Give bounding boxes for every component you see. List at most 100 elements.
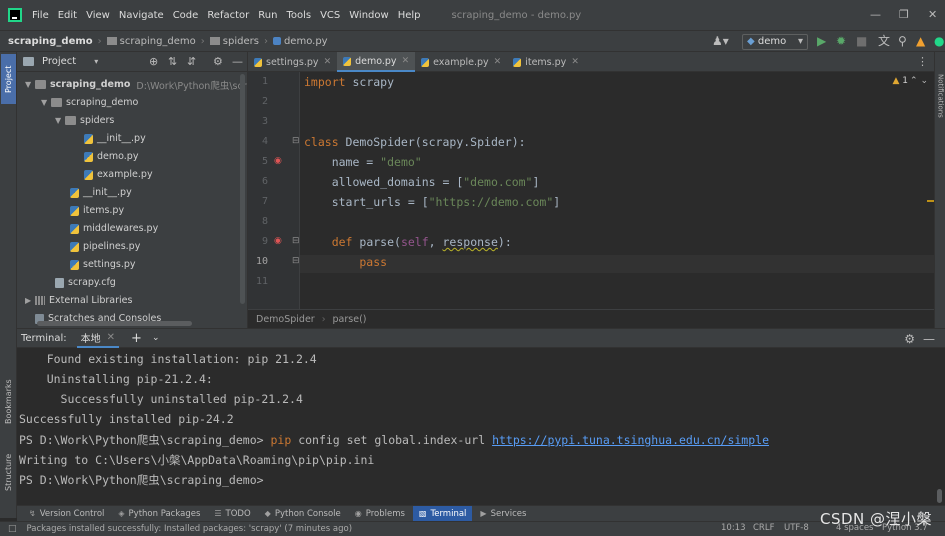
chevron-down-icon[interactable]: ⌄ bbox=[152, 333, 160, 343]
nav-crumb-spiders[interactable]: spiders bbox=[209, 36, 259, 47]
tool-terminal[interactable]: ▧ Terminal bbox=[412, 505, 473, 522]
menu-vcs[interactable]: VCS bbox=[320, 10, 340, 21]
gear-icon[interactable]: ⚙ bbox=[904, 332, 915, 346]
tree-item-external-libraries[interactable]: ▶ External Libraries bbox=[25, 292, 132, 309]
close-tab-icon[interactable]: ✕ bbox=[494, 57, 502, 67]
close-tab-icon[interactable]: ✕ bbox=[571, 57, 579, 67]
locate-icon[interactable]: ⊕ bbox=[149, 56, 158, 68]
expand-all-icon[interactable]: ⇅ bbox=[168, 56, 177, 68]
project-panel-title[interactable]: Project bbox=[42, 56, 76, 67]
tree-item-file[interactable]: __init__.py bbox=[84, 130, 146, 147]
tree-item-file[interactable]: pipelines.py bbox=[70, 238, 140, 255]
minimize-icon[interactable]: — bbox=[870, 8, 881, 21]
navigate-problems-icon[interactable]: ⌃ ⌄ bbox=[910, 76, 928, 86]
project-panel: Project ▾ ⊕ ⇅ ⇵ ⚙ — ▼ scraping_demo D:\W… bbox=[17, 52, 248, 328]
terminal-output[interactable]: Found existing installation: pip 21.2.4 … bbox=[17, 348, 934, 505]
update-icon[interactable]: ▲ bbox=[916, 35, 925, 48]
tree-item-project-root[interactable]: ▼ scraping_demo D:\Work\Python爬虫\scrapi bbox=[25, 76, 247, 93]
fold-icon[interactable]: ⊟ bbox=[292, 136, 300, 146]
override-icon[interactable]: ◉ bbox=[274, 236, 282, 246]
tree-item-file[interactable]: scrapy.cfg bbox=[55, 274, 116, 291]
tool-todo[interactable]: ☰ TODO bbox=[208, 506, 256, 522]
menu-run[interactable]: Run bbox=[258, 10, 277, 21]
tree-item-label: settings.py bbox=[83, 259, 136, 270]
menu-view[interactable]: View bbox=[86, 10, 110, 21]
more-tabs-icon[interactable]: ⋮ bbox=[917, 55, 928, 68]
terminal-scrollbar[interactable] bbox=[934, 348, 945, 505]
menu-edit[interactable]: Edit bbox=[58, 10, 77, 21]
nav-crumb-file[interactable]: demo.py bbox=[272, 36, 328, 47]
tree-item-file[interactable]: middlewares.py bbox=[70, 220, 158, 237]
caret-position[interactable]: 10:13 bbox=[721, 523, 746, 533]
vertical-scrollbar[interactable] bbox=[240, 74, 245, 304]
line-number: 9 bbox=[261, 236, 268, 247]
chevron-down-icon[interactable]: ▾ bbox=[94, 57, 98, 66]
tree-item-file[interactable]: settings.py bbox=[70, 256, 136, 273]
structure-tool-tab[interactable]: Structure bbox=[1, 442, 16, 502]
tree-item-file[interactable]: demo.py bbox=[84, 148, 138, 165]
menu-refactor[interactable]: Refactor bbox=[207, 10, 249, 21]
menu-window[interactable]: Window bbox=[349, 10, 388, 21]
python-file-icon bbox=[254, 57, 262, 67]
terminal-link[interactable]: https://pypi.tuna.tsinghua.edu.cn/simple bbox=[492, 433, 769, 447]
status-message[interactable]: Packages installed successfully: Install… bbox=[27, 524, 353, 534]
terminal-scrollbar-thumb[interactable] bbox=[937, 489, 942, 503]
debug-icon[interactable]: ✹ bbox=[836, 35, 846, 48]
search-icon[interactable]: ⚲ bbox=[898, 35, 907, 48]
translate-icon[interactable]: 文 bbox=[878, 35, 890, 48]
editor-tab-settings[interactable]: settings.py ✕ bbox=[248, 52, 337, 72]
tree-item-file[interactable]: example.py bbox=[84, 166, 153, 183]
project-tool-tab[interactable]: Project bbox=[1, 54, 16, 104]
hide-icon[interactable]: — bbox=[923, 332, 935, 346]
editor-tab-example[interactable]: example.py ✕ bbox=[415, 52, 507, 72]
fold-end-icon[interactable]: ⊟ bbox=[292, 256, 300, 266]
tool-label: Problems bbox=[365, 508, 405, 519]
override-icon[interactable]: ◉ bbox=[274, 156, 282, 166]
tree-item-spiders[interactable]: ▼ spiders bbox=[55, 112, 114, 129]
stop-icon[interactable]: ■ bbox=[856, 35, 867, 48]
layout-icon[interactable]: □ bbox=[8, 524, 17, 534]
new-terminal-icon[interactable]: + bbox=[131, 331, 142, 346]
nav-crumb-project[interactable]: scraping_demo bbox=[8, 36, 93, 47]
menu-code[interactable]: Code bbox=[173, 10, 199, 21]
plugin-icon[interactable]: ● bbox=[934, 35, 944, 48]
close-tab-icon[interactable]: ✕ bbox=[107, 332, 115, 343]
user-icon[interactable]: ♟▾ bbox=[712, 35, 729, 48]
warning-stripe-mark[interactable] bbox=[927, 200, 934, 202]
line-separator[interactable]: CRLF bbox=[753, 523, 774, 533]
nav-crumb-package[interactable]: scraping_demo bbox=[106, 36, 196, 47]
gear-icon[interactable]: ⚙ bbox=[213, 56, 223, 68]
menu-help[interactable]: Help bbox=[398, 10, 421, 21]
menu-navigate[interactable]: Navigate bbox=[119, 10, 164, 21]
tree-item-file[interactable]: __init__.py bbox=[70, 184, 132, 201]
tree-item-package[interactable]: ▼ scraping_demo bbox=[41, 94, 138, 111]
notifications-tool-tab[interactable]: Notifications bbox=[935, 56, 945, 136]
close-icon[interactable]: ✕ bbox=[928, 8, 937, 21]
run-configuration-select[interactable]: ◆ demo ▾ bbox=[742, 34, 808, 50]
restore-icon[interactable]: ❐ bbox=[899, 8, 909, 21]
tool-version-control[interactable]: ↯ Version Control bbox=[23, 506, 110, 522]
fold-icon[interactable]: ⊟ bbox=[292, 236, 300, 246]
code-editor[interactable]: 1 2 3 4 5 6 7 8 9 10 11 ⊟ ◉ ◉ ⊟ ⊟ import… bbox=[248, 72, 934, 309]
tool-python-console[interactable]: ◆ Python Console bbox=[259, 506, 347, 522]
breadcrumb-method[interactable]: parse() bbox=[333, 314, 367, 325]
close-tab-icon[interactable]: ✕ bbox=[402, 56, 410, 66]
editor-tab-demo[interactable]: demo.py ✕ bbox=[337, 52, 416, 72]
run-icon[interactable]: ▶ bbox=[817, 35, 826, 48]
tool-problems[interactable]: ◉ Problems bbox=[349, 506, 411, 522]
editor-tab-items[interactable]: items.py ✕ bbox=[507, 52, 585, 72]
warnings-indicator[interactable]: ▲ 1 bbox=[892, 76, 908, 86]
tool-python-packages[interactable]: ◈ Python Packages bbox=[112, 506, 206, 522]
breadcrumb-class[interactable]: DemoSpider bbox=[256, 314, 315, 325]
tree-item-file[interactable]: items.py bbox=[70, 202, 124, 219]
hide-icon[interactable]: — bbox=[232, 56, 243, 68]
horizontal-scrollbar[interactable] bbox=[37, 321, 192, 326]
collapse-all-icon[interactable]: ⇵ bbox=[187, 56, 196, 68]
tool-services[interactable]: ▶ Services bbox=[474, 506, 532, 522]
menu-file[interactable]: File bbox=[32, 10, 49, 21]
menu-tools[interactable]: Tools bbox=[286, 10, 311, 21]
terminal-tab-local[interactable]: 本地 ✕ bbox=[76, 328, 120, 348]
file-encoding[interactable]: UTF-8 bbox=[784, 523, 809, 533]
close-tab-icon[interactable]: ✕ bbox=[324, 57, 332, 67]
bookmarks-tool-tab[interactable]: Bookmarks bbox=[1, 372, 16, 432]
